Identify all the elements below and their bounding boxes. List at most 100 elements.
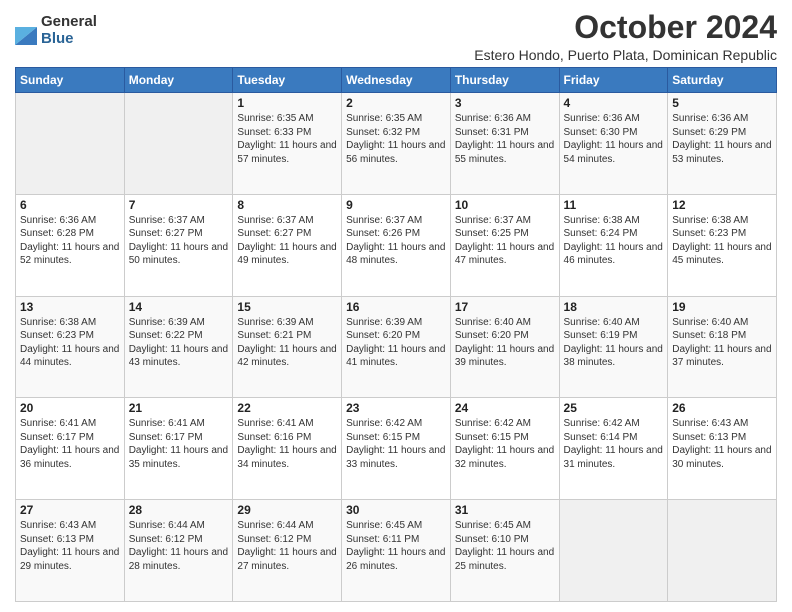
calendar-dow-saturday: Saturday bbox=[668, 68, 777, 93]
calendar-dow-friday: Friday bbox=[559, 68, 668, 93]
day-info: Sunrise: 6:40 AMSunset: 6:19 PMDaylight:… bbox=[564, 316, 664, 370]
day-number: 17 bbox=[455, 300, 555, 314]
day-number: 28 bbox=[129, 503, 229, 517]
calendar-cell: 19Sunrise: 6:40 AMSunset: 6:18 PMDayligh… bbox=[668, 296, 777, 398]
day-info: Sunrise: 6:36 AMSunset: 6:29 PMDaylight:… bbox=[672, 112, 772, 166]
main-title: October 2024 bbox=[474, 10, 777, 45]
day-info: Sunrise: 6:38 AMSunset: 6:24 PMDaylight:… bbox=[564, 214, 664, 268]
calendar-cell: 21Sunrise: 6:41 AMSunset: 6:17 PMDayligh… bbox=[124, 398, 233, 500]
day-number: 12 bbox=[672, 198, 772, 212]
day-number: 5 bbox=[672, 96, 772, 110]
day-info: Sunrise: 6:43 AMSunset: 6:13 PMDaylight:… bbox=[672, 417, 772, 471]
day-info: Sunrise: 6:40 AMSunset: 6:20 PMDaylight:… bbox=[455, 316, 555, 370]
day-number: 30 bbox=[346, 503, 446, 517]
day-number: 15 bbox=[237, 300, 337, 314]
day-info: Sunrise: 6:39 AMSunset: 6:21 PMDaylight:… bbox=[237, 316, 337, 370]
day-info: Sunrise: 6:44 AMSunset: 6:12 PMDaylight:… bbox=[237, 519, 337, 573]
calendar-cell: 16Sunrise: 6:39 AMSunset: 6:20 PMDayligh… bbox=[342, 296, 451, 398]
calendar-dow-wednesday: Wednesday bbox=[342, 68, 451, 93]
day-number: 2 bbox=[346, 96, 446, 110]
calendar-dow-monday: Monday bbox=[124, 68, 233, 93]
day-info: Sunrise: 6:37 AMSunset: 6:26 PMDaylight:… bbox=[346, 214, 446, 268]
day-number: 6 bbox=[20, 198, 120, 212]
day-info: Sunrise: 6:36 AMSunset: 6:28 PMDaylight:… bbox=[20, 214, 120, 268]
calendar-cell: 2 Sunrise: 6:35 AMSunset: 6:32 PMDaylight… bbox=[342, 93, 451, 195]
calendar-cell: 27 Sunrise: 6:43 AMSunset: 6:13 PMDayligh… bbox=[16, 500, 125, 602]
day-number: 7 bbox=[129, 198, 229, 212]
calendar-cell: 29 Sunrise: 6:44 AMSunset: 6:12 PMDayligh… bbox=[233, 500, 342, 602]
day-info: Sunrise: 6:35 AMSunset: 6:33 PMDaylight:… bbox=[237, 112, 337, 166]
calendar-cell: 11 Sunrise: 6:38 AMSunset: 6:24 PMDayligh… bbox=[559, 194, 668, 296]
calendar-cell bbox=[124, 93, 233, 195]
day-number: 27 bbox=[20, 503, 120, 517]
day-number: 9 bbox=[346, 198, 446, 212]
calendar-cell: 23Sunrise: 6:42 AMSunset: 6:15 PMDayligh… bbox=[342, 398, 451, 500]
subtitle: Estero Hondo, Puerto Plata, Dominican Re… bbox=[474, 47, 777, 63]
calendar-cell: 31 Sunrise: 6:45 AMSunset: 6:10 PMDayligh… bbox=[450, 500, 559, 602]
page: General Blue October 2024 Estero Hondo, … bbox=[0, 0, 792, 612]
calendar-week-1: 1 Sunrise: 6:35 AMSunset: 6:33 PMDaylight… bbox=[16, 93, 777, 195]
calendar-dow-sunday: Sunday bbox=[16, 68, 125, 93]
day-number: 8 bbox=[237, 198, 337, 212]
day-number: 4 bbox=[564, 96, 664, 110]
calendar-cell: 3 Sunrise: 6:36 AMSunset: 6:31 PMDaylight… bbox=[450, 93, 559, 195]
day-info: Sunrise: 6:45 AMSunset: 6:11 PMDaylight:… bbox=[346, 519, 446, 573]
day-number: 29 bbox=[237, 503, 337, 517]
day-number: 3 bbox=[455, 96, 555, 110]
header: General Blue October 2024 Estero Hondo, … bbox=[15, 10, 777, 63]
calendar-cell: 28 Sunrise: 6:44 AMSunset: 6:12 PMDayligh… bbox=[124, 500, 233, 602]
day-number: 20 bbox=[20, 401, 120, 415]
calendar-cell: 13Sunrise: 6:38 AMSunset: 6:23 PMDayligh… bbox=[16, 296, 125, 398]
day-info: Sunrise: 6:37 AMSunset: 6:27 PMDaylight:… bbox=[129, 214, 229, 268]
logo-blue: Blue bbox=[41, 31, 97, 48]
day-number: 1 bbox=[237, 96, 337, 110]
calendar-cell: 15 Sunrise: 6:39 AMSunset: 6:21 PMDayligh… bbox=[233, 296, 342, 398]
day-info: Sunrise: 6:45 AMSunset: 6:10 PMDaylight:… bbox=[455, 519, 555, 573]
logo: General Blue bbox=[15, 14, 97, 47]
day-info: Sunrise: 6:41 AMSunset: 6:16 PMDaylight:… bbox=[237, 417, 337, 471]
calendar-week-5: 27 Sunrise: 6:43 AMSunset: 6:13 PMDayligh… bbox=[16, 500, 777, 602]
calendar-week-4: 20 Sunrise: 6:41 AMSunset: 6:17 PMDayligh… bbox=[16, 398, 777, 500]
calendar-cell: 7 Sunrise: 6:37 AMSunset: 6:27 PMDaylight… bbox=[124, 194, 233, 296]
day-number: 26 bbox=[672, 401, 772, 415]
calendar-cell bbox=[16, 93, 125, 195]
calendar-cell: 10 Sunrise: 6:37 AMSunset: 6:25 PMDayligh… bbox=[450, 194, 559, 296]
calendar-table: SundayMondayTuesdayWednesdayThursdayFrid… bbox=[15, 67, 777, 602]
day-number: 18 bbox=[564, 300, 664, 314]
day-info: Sunrise: 6:42 AMSunset: 6:14 PMDaylight:… bbox=[564, 417, 664, 471]
calendar-cell: 6 Sunrise: 6:36 AMSunset: 6:28 PMDaylight… bbox=[16, 194, 125, 296]
calendar-cell: 5 Sunrise: 6:36 AMSunset: 6:29 PMDaylight… bbox=[668, 93, 777, 195]
calendar-cell: 4Sunrise: 6:36 AMSunset: 6:30 PMDaylight… bbox=[559, 93, 668, 195]
title-block: October 2024 Estero Hondo, Puerto Plata,… bbox=[474, 10, 777, 63]
day-info: Sunrise: 6:35 AMSunset: 6:32 PMDaylight:… bbox=[346, 112, 446, 166]
calendar-cell: 1 Sunrise: 6:35 AMSunset: 6:33 PMDaylight… bbox=[233, 93, 342, 195]
calendar-cell: 12Sunrise: 6:38 AMSunset: 6:23 PMDayligh… bbox=[668, 194, 777, 296]
calendar-cell: 9 Sunrise: 6:37 AMSunset: 6:26 PMDaylight… bbox=[342, 194, 451, 296]
day-info: Sunrise: 6:40 AMSunset: 6:18 PMDaylight:… bbox=[672, 316, 772, 370]
calendar-cell: 8 Sunrise: 6:37 AMSunset: 6:27 PMDaylight… bbox=[233, 194, 342, 296]
day-info: Sunrise: 6:43 AMSunset: 6:13 PMDaylight:… bbox=[20, 519, 120, 573]
day-number: 31 bbox=[455, 503, 555, 517]
calendar-week-3: 13Sunrise: 6:38 AMSunset: 6:23 PMDayligh… bbox=[16, 296, 777, 398]
day-number: 11 bbox=[564, 198, 664, 212]
day-number: 24 bbox=[455, 401, 555, 415]
calendar-cell bbox=[668, 500, 777, 602]
day-number: 14 bbox=[129, 300, 229, 314]
day-number: 10 bbox=[455, 198, 555, 212]
calendar-cell: 14Sunrise: 6:39 AMSunset: 6:22 PMDayligh… bbox=[124, 296, 233, 398]
calendar-cell: 17 Sunrise: 6:40 AMSunset: 6:20 PMDayligh… bbox=[450, 296, 559, 398]
calendar-cell: 18 Sunrise: 6:40 AMSunset: 6:19 PMDayligh… bbox=[559, 296, 668, 398]
calendar-cell: 30 Sunrise: 6:45 AMSunset: 6:11 PMDayligh… bbox=[342, 500, 451, 602]
day-number: 16 bbox=[346, 300, 446, 314]
calendar-cell: 22Sunrise: 6:41 AMSunset: 6:16 PMDayligh… bbox=[233, 398, 342, 500]
day-info: Sunrise: 6:37 AMSunset: 6:25 PMDaylight:… bbox=[455, 214, 555, 268]
calendar-cell: 26 Sunrise: 6:43 AMSunset: 6:13 PMDayligh… bbox=[668, 398, 777, 500]
calendar-cell: 25Sunrise: 6:42 AMSunset: 6:14 PMDayligh… bbox=[559, 398, 668, 500]
calendar-dow-tuesday: Tuesday bbox=[233, 68, 342, 93]
day-info: Sunrise: 6:37 AMSunset: 6:27 PMDaylight:… bbox=[237, 214, 337, 268]
day-info: Sunrise: 6:44 AMSunset: 6:12 PMDaylight:… bbox=[129, 519, 229, 573]
calendar-header-row: SundayMondayTuesdayWednesdayThursdayFrid… bbox=[16, 68, 777, 93]
day-number: 23 bbox=[346, 401, 446, 415]
day-info: Sunrise: 6:36 AMSunset: 6:31 PMDaylight:… bbox=[455, 112, 555, 166]
day-info: Sunrise: 6:41 AMSunset: 6:17 PMDaylight:… bbox=[129, 417, 229, 471]
